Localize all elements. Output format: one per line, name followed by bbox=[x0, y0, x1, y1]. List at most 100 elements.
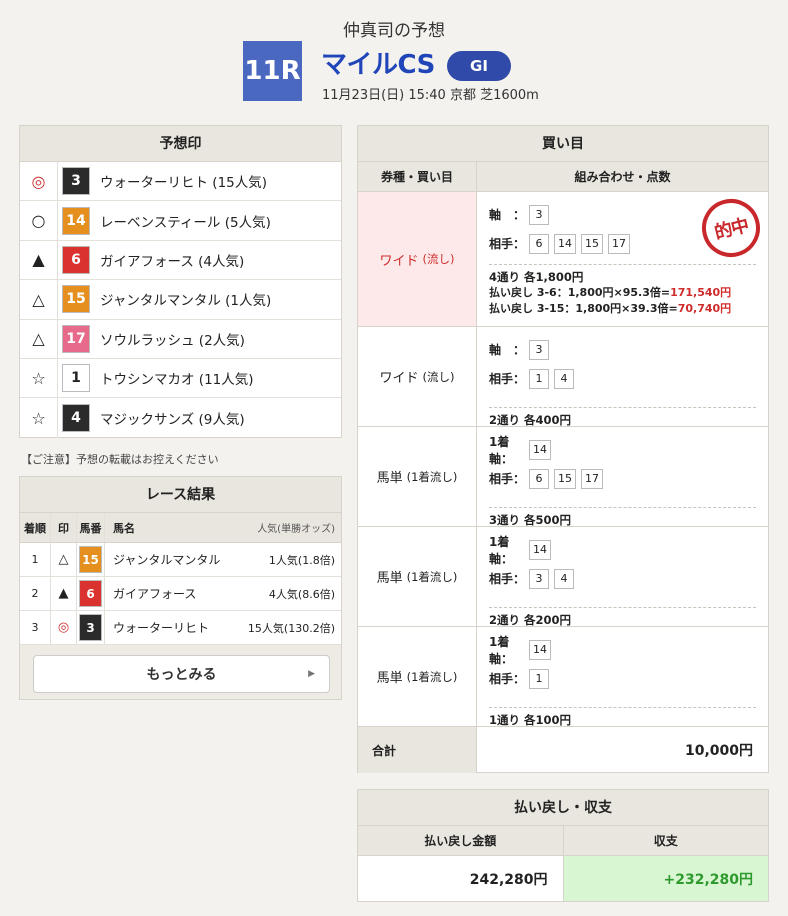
bet-summary: 4通り 各1,800円 bbox=[489, 270, 584, 284]
payout-header-row: 払い戻し金額 収支 bbox=[358, 826, 768, 856]
result-row: 3 ◎ 3 ウォーターリヒト 15人気(130.2倍) bbox=[20, 611, 341, 645]
bet-summary: 1通り 各100円 bbox=[489, 713, 572, 727]
number-box: 1 bbox=[529, 668, 549, 689]
bet-summary: 2通り 各200円 bbox=[489, 613, 572, 627]
payout-amount: 171,540円 bbox=[670, 286, 732, 299]
bet-line: 1着軸： 14 bbox=[489, 534, 756, 566]
bet-summary: 2通り 各400円 bbox=[489, 413, 572, 427]
header-bet-type: 券種・買い目 bbox=[358, 162, 477, 191]
payout-values-row: 242,280円 +232,280円 bbox=[358, 856, 768, 901]
result-horse-name: ウォーターリヒト bbox=[104, 611, 231, 644]
bet-line-label: 軸 ： bbox=[489, 208, 526, 222]
race-header: 仲真司の予想 11R マイルCS GI 11月23日(日) 15:40 京都 芝… bbox=[0, 0, 788, 110]
result-mark: ◎ bbox=[50, 611, 76, 644]
bet-rows: ワイド (流し) 軸 ： 3 相手： 6 14 15 17 4通り 各1,800円 払い戻し 3-6… bbox=[358, 192, 768, 727]
horse-popularity: (11人気) bbox=[198, 372, 254, 389]
horse-entry: レーベンスティール (5人気) bbox=[100, 211, 271, 231]
results-rows: 1 △ 15 ジャンタルマンタル 1人気(1.8倍) 2 ▲ 6 ガイアフォース 4人気(8.6倍… bbox=[20, 543, 341, 645]
total-label: 合計 bbox=[358, 727, 477, 773]
prediction-mark: ▲ bbox=[20, 240, 58, 280]
header-refund: 払い戻し金額 bbox=[358, 826, 564, 855]
grade-badge: GI bbox=[447, 51, 511, 81]
horse-number: 15 bbox=[62, 285, 90, 314]
bets-panel: 買い目 券種・買い目 組み合わせ・点数 ワイド (流し) 軸 ： 3 相手： 6 14 15 1… bbox=[357, 125, 769, 773]
bet-type-method: (1着流し) bbox=[406, 669, 458, 684]
prediction-mark: ◎ bbox=[20, 162, 58, 201]
result-number-cell: 3 bbox=[76, 611, 104, 644]
bet-type: ワイド (流し) bbox=[358, 192, 477, 326]
bet-line-label: 相手： bbox=[489, 237, 526, 251]
horse-entry: ジャンタルマンタル (1人気) bbox=[100, 289, 271, 309]
horse-name: レーベンスティール bbox=[100, 214, 221, 231]
bet-line-label: 相手： bbox=[489, 372, 526, 386]
result-popularity: 15人気(130.2倍) bbox=[247, 621, 335, 635]
horse-name: ガイアフォース bbox=[100, 253, 194, 270]
bet-type: 馬単 (1着流し) bbox=[358, 627, 477, 726]
prediction-mark: ☆ bbox=[20, 358, 58, 398]
number-box: 14 bbox=[529, 639, 551, 660]
bet-summary-block: 3通り 各500円 bbox=[489, 507, 756, 528]
prediction-row: ◎ 3 ウォーターリヒト (15人気) bbox=[20, 162, 341, 202]
horse-name: ウォーターリヒト bbox=[100, 175, 208, 192]
number-box: 1 bbox=[529, 368, 549, 389]
bet-type-method: (流し) bbox=[422, 252, 455, 266]
horse-number: 15 bbox=[79, 546, 102, 573]
header-popularity: 人気(単勝オッズ) bbox=[257, 524, 335, 535]
bet-line-label: 相手： bbox=[489, 572, 526, 586]
number-box: 14 bbox=[529, 439, 551, 460]
bet-line: 1着軸： 14 bbox=[489, 634, 756, 666]
chevron-right-icon: ▶ bbox=[308, 669, 315, 679]
prediction-mark: ○ bbox=[20, 201, 58, 240]
header-num: 馬番 bbox=[76, 513, 104, 542]
header-combination: 組み合わせ・点数 bbox=[574, 170, 671, 184]
payout-text: 払い戻し 3-15：1,800円×39.3倍= bbox=[489, 302, 678, 315]
number-box: 4 bbox=[554, 368, 574, 389]
horse-entry: ソウルラッシュ (2人気) bbox=[100, 329, 245, 349]
payout-text: 払い戻し 3-6：1,800円×95.3倍= bbox=[489, 286, 671, 299]
more-button[interactable]: もっとみる ▶ bbox=[33, 655, 330, 693]
header-mark: 印 bbox=[50, 513, 76, 542]
more-button-label: もっとみる bbox=[146, 667, 217, 683]
results-header-row: 着順 印 馬番 馬名 人気(単勝オッズ) bbox=[20, 513, 341, 543]
prediction-list: ◎ 3 ウォーターリヒト (15人気) ○ 14 レーベンスティール (5人気) ▲ 6 ガイア… bbox=[20, 162, 341, 438]
horse-number: 4 bbox=[62, 404, 90, 433]
horse-number: 3 bbox=[62, 167, 90, 196]
bet-summary-block: 2通り 各400円 bbox=[489, 407, 756, 428]
result-popularity: 1人気(1.8倍) bbox=[268, 553, 335, 567]
horse-popularity: (15人気) bbox=[212, 175, 268, 192]
bet-combination: 1着軸： 14 相手： 6 15 17 3通り 各500円 bbox=[477, 427, 768, 528]
prediction-row: ☆ 1 トウシンマカオ (11人気) bbox=[20, 358, 341, 399]
horse-popularity: (4人気) bbox=[198, 253, 245, 270]
bet-line-label: 相手： bbox=[489, 472, 526, 486]
horse-number: 17 bbox=[62, 324, 90, 353]
number-box: 3 bbox=[529, 568, 549, 589]
total-value: 10,000円 bbox=[684, 743, 753, 759]
result-rank: 3 bbox=[31, 621, 39, 634]
result-mark: △ bbox=[50, 543, 76, 576]
result-popularity: 4人気(8.6倍) bbox=[268, 587, 335, 601]
horse-name: ジャンタルマンタル bbox=[100, 293, 221, 310]
bet-type-name: 馬単 bbox=[376, 571, 403, 586]
bet-summary-block: 4通り 各1,800円払い戻し 3-6：1,800円×95.3倍=171,540… bbox=[489, 264, 756, 317]
header-name: 馬名 bbox=[104, 513, 231, 542]
result-rank: 2 bbox=[31, 587, 39, 600]
number-box: 17 bbox=[608, 233, 630, 254]
prediction-row: ▲ 6 ガイアフォース (4人気) bbox=[20, 240, 341, 281]
prediction-panel: 予想印 ◎ 3 ウォーターリヒト (15人気) ○ 14 レーベンスティール (5人気) ▲… bbox=[19, 125, 342, 438]
bet-line: 相手： 1 4 bbox=[489, 364, 756, 393]
race-number-badge: 11R bbox=[243, 41, 302, 101]
prediction-mark: △ bbox=[20, 280, 58, 319]
reprint-notice: 【ご注意】予想の転載はお控えください bbox=[21, 453, 219, 466]
bet-combination: 軸 ： 3 相手： 1 4 2通り 各400円 bbox=[477, 327, 768, 428]
number-box: 3 bbox=[529, 339, 549, 360]
result-horse-name: ガイアフォース bbox=[104, 577, 231, 610]
prediction-row: △ 17 ソウルラッシュ (2人気) bbox=[20, 319, 341, 359]
bet-line: 相手： 1 bbox=[489, 664, 756, 693]
bet-type: 馬単 (1着流し) bbox=[358, 527, 477, 626]
bet-line-label: 1着軸： bbox=[489, 634, 514, 666]
bet-line: 軸 ： 3 bbox=[489, 335, 756, 364]
number-box: 14 bbox=[554, 233, 576, 254]
bet-line-label: 1着軸： bbox=[489, 534, 514, 566]
horse-entry: ウォーターリヒト (15人気) bbox=[100, 171, 267, 191]
bet-type-method: (1着流し) bbox=[406, 469, 458, 484]
